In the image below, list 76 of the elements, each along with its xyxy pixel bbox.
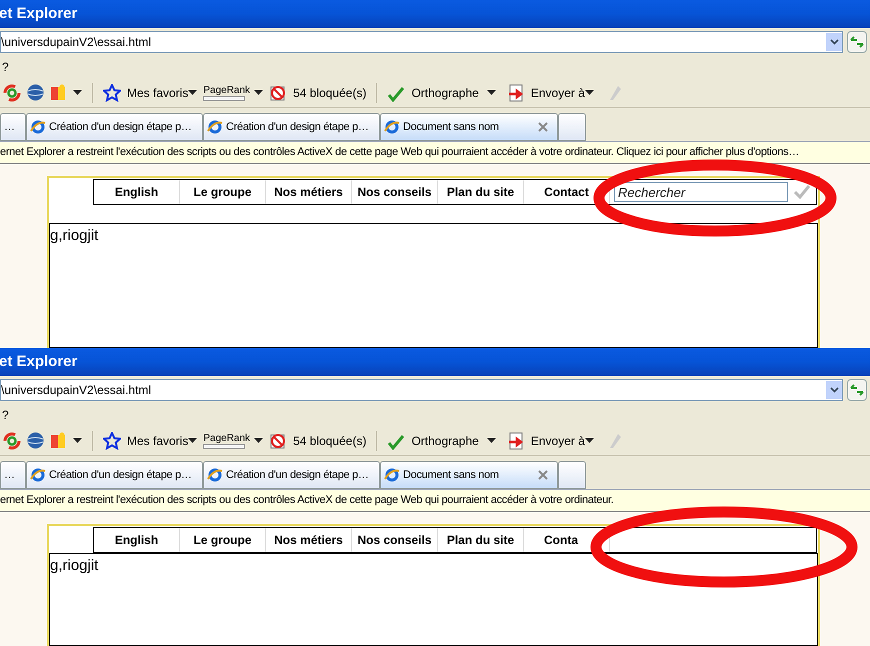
blocked-count[interactable]: 54 bloquée(s): [293, 84, 366, 102]
browser-tab[interactable]: Création d'un design étape p…: [203, 461, 380, 489]
pagerank-label: PageRank: [203, 84, 250, 96]
nav-link[interactable]: Conta: [524, 528, 610, 552]
blocked-popup-icon[interactable]: [269, 84, 288, 102]
spelling-button[interactable]: Orthographe: [411, 84, 496, 102]
favorites-button[interactable]: Mes favoris: [127, 432, 198, 450]
dropdown-caret-icon[interactable]: [73, 90, 82, 96]
go-button[interactable]: [847, 30, 867, 52]
dropdown-caret-icon[interactable]: [188, 90, 198, 96]
browser-tab[interactable]: Document sans nom: [380, 461, 558, 489]
pagerank-bar: [203, 96, 246, 100]
swirl-icon[interactable]: [3, 84, 21, 102]
favorites-button[interactable]: Mes favoris: [127, 84, 198, 102]
nav-link[interactable]: Le groupe: [180, 528, 266, 552]
nav-link[interactable]: Plan du site: [438, 180, 524, 204]
dropdown-caret-icon[interactable]: [254, 438, 264, 444]
browser-page-icon: [207, 119, 223, 135]
help-menu[interactable]: ?: [2, 58, 9, 76]
dropdown-chevron-icon[interactable]: [826, 380, 842, 398]
browser-tab[interactable]: Création d'un design étape p…: [26, 113, 203, 141]
nav-link[interactable]: Plan du site: [438, 528, 524, 552]
browser-page-icon: [207, 467, 223, 483]
browser-page-icon: [384, 119, 400, 135]
dropdown-caret-icon[interactable]: [584, 90, 594, 96]
nav-link[interactable]: English: [94, 528, 180, 552]
nav-link[interactable]: English: [94, 180, 180, 204]
address-field[interactable]: \universdupainV2\essai.html: [0, 378, 843, 400]
close-icon[interactable]: [538, 470, 548, 480]
send-button[interactable]: Envoyer à: [530, 432, 594, 450]
content-text: g,riogjit: [50, 227, 98, 244]
dropdown-caret-icon[interactable]: [486, 438, 496, 444]
close-icon[interactable]: [538, 122, 548, 132]
new-tab-button[interactable]: [558, 461, 586, 489]
blocked-popup-icon[interactable]: [269, 432, 288, 450]
checkmark-icon[interactable]: [794, 185, 810, 199]
globe-icon[interactable]: [27, 432, 44, 449]
search-field[interactable]: Rechercher: [614, 182, 788, 202]
browser-page-icon: [384, 467, 400, 483]
nav-link[interactable]: Nos conseils: [352, 528, 438, 552]
new-tab-button[interactable]: [558, 113, 586, 141]
nav-link[interactable]: Nos métiers: [266, 528, 352, 552]
browser-tab[interactable]: …: [0, 113, 26, 141]
browser-tab[interactable]: Création d'un design étape p…: [203, 113, 380, 141]
dropdown-caret-icon[interactable]: [73, 438, 82, 444]
star-icon[interactable]: [103, 84, 121, 102]
browser-tab[interactable]: Document sans nom: [380, 113, 558, 141]
nav-link[interactable]: Contact: [524, 180, 610, 204]
globe-icon[interactable]: [27, 84, 44, 101]
dropdown-chevron-icon[interactable]: [826, 32, 842, 50]
browser-page-icon: [30, 119, 46, 135]
content-text: g,riogjit: [50, 557, 98, 574]
browser-tab[interactable]: Création d'un design étape p…: [26, 461, 203, 489]
address-field[interactable]: \universdupainV2\essai.html: [0, 30, 843, 52]
nav-link[interactable]: Le groupe: [180, 180, 266, 204]
refresh-arrows-icon: [850, 384, 864, 396]
send-button[interactable]: Envoyer à: [530, 84, 594, 102]
browser-page-icon: [30, 467, 46, 483]
pagerank-label: PageRank: [203, 432, 250, 444]
spelling-button[interactable]: Orthographe: [411, 432, 496, 450]
star-icon[interactable]: [103, 432, 121, 450]
pagerank-bar: [203, 444, 246, 448]
info-bar[interactable]: ernet Explorer a restreint l'exécution des scripts ou des contrôles ActiveX de cette page Web qui pourraient accéder à votre ordinateur. Cliquez ici pour afficher plus d'options…: [0, 142, 870, 164]
dropdown-caret-icon[interactable]: [486, 90, 496, 96]
nav-link[interactable]: Nos métiers: [266, 180, 352, 204]
dropdown-caret-icon[interactable]: [254, 90, 264, 96]
swirl-icon[interactable]: [3, 432, 21, 450]
browser-tab[interactable]: …: [0, 461, 26, 489]
nav-link[interactable]: Nos conseils: [352, 180, 438, 204]
blocked-count[interactable]: 54 bloquée(s): [293, 432, 366, 450]
go-button[interactable]: [847, 378, 867, 400]
help-menu[interactable]: ?: [2, 406, 9, 424]
dropdown-caret-icon[interactable]: [188, 438, 198, 444]
refresh-arrows-icon: [850, 36, 864, 48]
info-bar[interactable]: ernet Explorer a restreint l'exécution des scripts ou des contrôles ActiveX de cette page Web qui pourraient accéder à votre ordinateur.: [0, 490, 870, 512]
dropdown-caret-icon[interactable]: [584, 438, 594, 444]
